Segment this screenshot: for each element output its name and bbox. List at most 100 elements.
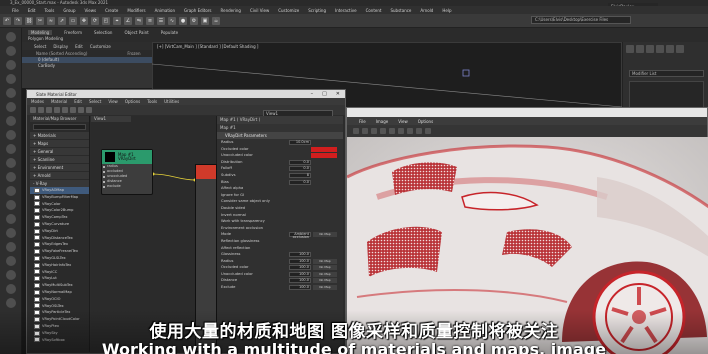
- browser-map-item[interactable]: VRayHairInfoTex: [30, 262, 89, 269]
- channel-red-icon[interactable]: [380, 128, 386, 134]
- browser-map-item[interactable]: VRayFakeFresnelTex: [30, 248, 89, 255]
- menu-item-arnold[interactable]: Arnold: [420, 8, 433, 13]
- param-value-spinner[interactable]: 100.0: [289, 285, 311, 291]
- menu-item-edit[interactable]: Edit: [28, 8, 36, 13]
- menu-item-civil-view[interactable]: Civil View: [250, 8, 269, 13]
- slate-menu-utilities[interactable]: Utilities: [164, 99, 179, 104]
- browser-map-item[interactable]: VRayColor: [30, 201, 89, 208]
- menu-item-modifiers[interactable]: Modifiers: [127, 8, 145, 13]
- select-region-icon[interactable]: ▭: [69, 16, 77, 25]
- menu-item-group[interactable]: Group: [63, 8, 75, 13]
- menu-item-substance[interactable]: Substance: [390, 8, 411, 13]
- slate-menu-tools[interactable]: Tools: [147, 99, 157, 104]
- param-value-spinner[interactable]: 8: [289, 172, 311, 178]
- camera-icon[interactable]: [6, 158, 16, 168]
- render-menu-options[interactable]: Options: [418, 119, 433, 124]
- ribbon-tab-selection[interactable]: Selection: [94, 30, 112, 35]
- browser-map-item[interactable]: VRayOCIO: [30, 296, 89, 303]
- no-map-button[interactable]: No Map: [313, 278, 337, 284]
- container-icon[interactable]: [6, 214, 16, 224]
- link-icon[interactable]: ⛓: [25, 16, 33, 25]
- browser-map-item[interactable]: VRayColor2Bump: [30, 207, 89, 214]
- browser-map-item[interactable]: VRayCurvature: [30, 221, 89, 228]
- no-map-button[interactable]: No Map: [313, 232, 337, 238]
- put-to-scene-icon[interactable]: [46, 107, 52, 113]
- param-value-spinner[interactable]: 0.0: [289, 166, 311, 172]
- select-rotate-icon[interactable]: ⟳: [91, 16, 99, 25]
- redo-icon[interactable]: ↷: [14, 16, 22, 25]
- no-map-button[interactable]: No Map: [313, 285, 337, 291]
- layer-icon[interactable]: [6, 130, 16, 140]
- menu-item-create[interactable]: Create: [105, 8, 118, 13]
- slate-menu-material[interactable]: Material: [51, 99, 67, 104]
- render-menu-view[interactable]: View: [398, 119, 408, 124]
- render-icon[interactable]: ☕: [212, 16, 220, 25]
- modifier-list-dropdown[interactable]: Modifier List: [629, 70, 704, 77]
- select-move-icon[interactable]: ✥: [80, 16, 88, 25]
- browser-category[interactable]: - V-Ray: [30, 180, 89, 187]
- menu-item-content[interactable]: Content: [366, 8, 382, 13]
- column-name[interactable]: Name (Sorted Ascending): [36, 51, 87, 56]
- bind-spacewarp-icon[interactable]: ≈: [47, 16, 55, 25]
- render-button-icon[interactable]: [425, 128, 431, 134]
- vraydirt-rollout[interactable]: VRayDirt Parameters: [217, 132, 343, 139]
- curve-editor-icon[interactable]: ∿: [168, 16, 176, 25]
- display-tab-icon[interactable]: [666, 45, 674, 53]
- browser-category[interactable]: + Arnold: [30, 172, 89, 179]
- slate-menu-edit[interactable]: Edit: [74, 99, 82, 104]
- light-icon[interactable]: [6, 144, 16, 154]
- menu-item-animation[interactable]: Animation: [155, 8, 175, 13]
- layout-icon[interactable]: [86, 107, 92, 113]
- save-image-icon[interactable]: [353, 128, 359, 134]
- browser-category[interactable]: + Maps: [30, 140, 89, 147]
- slate-menu-options[interactable]: Options: [125, 99, 140, 104]
- settings-icon[interactable]: [6, 270, 16, 280]
- clone-icon[interactable]: [362, 128, 368, 134]
- vraydirt-node[interactable]: Map #1 VRayDirt radius occluded unoccluded…: [101, 149, 153, 195]
- browser-map-item[interactable]: VRayBumpFilterMap: [30, 194, 89, 201]
- angle-snap-icon[interactable]: ∠: [124, 16, 132, 25]
- alpha-icon[interactable]: [407, 128, 413, 134]
- menu-item-views[interactable]: Views: [85, 8, 97, 13]
- browser-category[interactable]: + Environment: [30, 164, 89, 171]
- menu-item-help[interactable]: Help: [442, 8, 451, 13]
- helper-icon[interactable]: [6, 172, 16, 182]
- slate-menu-modes[interactable]: Modes: [31, 99, 44, 104]
- browser-map-item[interactable]: VRayEdgesTex: [30, 241, 89, 248]
- render-frame-title-bar[interactable]: [347, 108, 707, 117]
- browser-map-item[interactable]: VRayGLSLTex: [30, 255, 89, 262]
- browser-map-item[interactable]: VRayDirt: [30, 228, 89, 235]
- modify-tab-icon[interactable]: [636, 45, 644, 53]
- spacewarp-icon[interactable]: [6, 186, 16, 196]
- ribbon-tab-populate[interactable]: Populate: [161, 30, 178, 35]
- render-menu-file[interactable]: File: [359, 119, 366, 124]
- sort-icon[interactable]: [6, 242, 16, 252]
- param-color-swatch[interactable]: [311, 153, 337, 159]
- select-icon[interactable]: ➚: [58, 16, 66, 25]
- ribbon-tab-freeform[interactable]: Freeform: [64, 30, 82, 35]
- node-port[interactable]: exclude: [102, 184, 152, 189]
- browser-map-item[interactable]: VRayMultiSubTex: [30, 282, 89, 289]
- param-value-spinner[interactable]: 100.0: [289, 265, 311, 271]
- slate-menu-view[interactable]: View: [108, 99, 118, 104]
- motion-icon[interactable]: [6, 74, 16, 84]
- utilities-icon[interactable]: [6, 102, 16, 112]
- slate-title-bar[interactable]: Slate Material Editor – □ ✕: [27, 90, 345, 98]
- minimize-icon[interactable]: –: [311, 91, 314, 97]
- menu-item-interactive[interactable]: Interactive: [335, 8, 357, 13]
- render-frame-icon[interactable]: ▣: [201, 16, 209, 25]
- ribbon-tab-modeling[interactable]: Modeling: [28, 29, 53, 35]
- modify-icon[interactable]: [6, 46, 16, 56]
- param-value-spinner[interactable]: 100.0: [289, 271, 311, 277]
- move-children-icon[interactable]: [70, 107, 76, 113]
- scene-explorer-icon[interactable]: [6, 116, 16, 126]
- param-value-spinner[interactable]: 100.0: [289, 278, 311, 284]
- display-icon[interactable]: [6, 88, 16, 98]
- hierarchy-icon[interactable]: [6, 60, 16, 70]
- layer-explorer-icon[interactable]: ☰: [157, 16, 165, 25]
- param-value-spinner[interactable]: Ambient occlusion: [289, 232, 311, 239]
- history-icon[interactable]: [371, 128, 377, 134]
- freeze-icon[interactable]: [6, 284, 16, 294]
- param-value-spinner[interactable]: 0.0: [289, 159, 311, 165]
- select-scale-icon[interactable]: ◰: [102, 16, 110, 25]
